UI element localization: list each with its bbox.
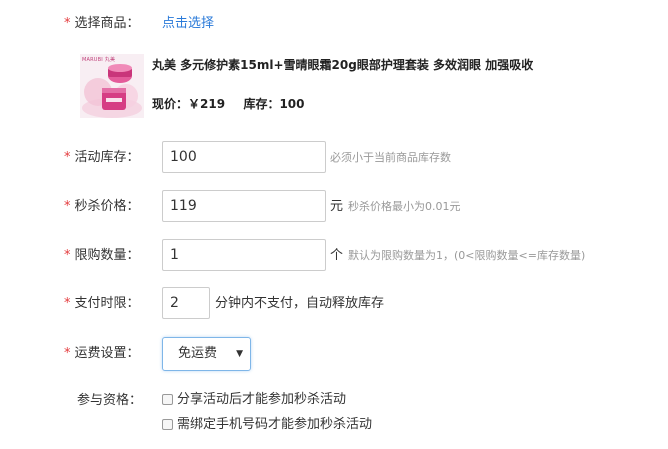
seckill-price-hint: 秒杀价格最小为0.01元 bbox=[348, 200, 461, 213]
required-star: * bbox=[64, 248, 71, 263]
activity-stock-label: 活动库存： bbox=[74, 150, 140, 165]
shipping-label-wrap: * 运费设置： bbox=[64, 337, 159, 371]
shipping-label: 运费设置： bbox=[74, 346, 140, 361]
required-star: * bbox=[64, 199, 71, 214]
product-image bbox=[80, 54, 144, 118]
product-title: 丸美 多元修护素15ml+雪晴眼霜20g眼部护理套装 多效润眼 加强吸收 bbox=[152, 58, 534, 72]
caret-down-icon: ▼ bbox=[236, 349, 243, 359]
payment-limit-row: *支付时限： 分钟内不支付，自动释放库存 bbox=[0, 287, 668, 321]
product-row: * 选择商品： 点击选择 bbox=[0, 7, 668, 41]
seckill-price-input[interactable] bbox=[162, 190, 326, 222]
eligibility-option-phone[interactable]: 需绑定手机号码才能参加秒杀活动 bbox=[162, 415, 462, 435]
purchase-limit-input[interactable] bbox=[162, 239, 326, 271]
payment-limit-label-wrap: * 支付时限： bbox=[64, 287, 159, 321]
purchase-limit-row: *限购数量： 个 默认为限购数量为1，(0<限购数量<=库存数量) bbox=[0, 239, 668, 273]
activity-stock-row: *活动库存： 必须小于当前商品库存数 bbox=[0, 141, 668, 175]
eligibility-label: 参与资格： bbox=[77, 393, 143, 408]
product-price: 现价：￥219 bbox=[152, 97, 226, 111]
product-brand: MARUBI 丸美 bbox=[82, 57, 116, 63]
payment-limit-label: 支付时限： bbox=[74, 296, 140, 311]
product-stock: 库存：100 bbox=[243, 97, 305, 111]
select-product-link[interactable]: 点击选择 bbox=[162, 7, 214, 41]
activity-stock-label-wrap: * 活动库存： bbox=[64, 141, 159, 175]
required-star: * bbox=[64, 296, 71, 311]
product-meta: 现价：￥219 库存：100 bbox=[152, 95, 305, 112]
payment-limit-input[interactable] bbox=[162, 287, 210, 319]
seckill-price-label: 秒杀价格： bbox=[74, 199, 140, 214]
eligibility-option-share[interactable]: 分享活动后才能参加秒杀活动 bbox=[162, 390, 462, 410]
purchase-limit-label: 限购数量： bbox=[74, 248, 140, 263]
payment-limit-unit: 分钟内不支付，自动释放库存 bbox=[215, 296, 385, 311]
seckill-form: * 选择商品： 点击选择 MARUBI 丸美 丸美 多元修护素15ml+雪晴眼霜2… bbox=[0, 0, 668, 449]
phone-checkbox[interactable] bbox=[162, 419, 173, 430]
product-card: MARUBI 丸美 丸美 多元修护素15ml+雪晴眼霜20g眼部护理套装 多效润… bbox=[80, 54, 660, 120]
required-star: * bbox=[64, 16, 71, 31]
seckill-price-row: *秒杀价格： 元 秒杀价格最小为0.01元 bbox=[0, 190, 668, 224]
share-checkbox-label: 分享活动后才能参加秒杀活动 bbox=[177, 392, 347, 407]
seckill-price-label-wrap: * 秒杀价格： bbox=[64, 190, 159, 224]
shipping-select[interactable]: 免运费 ▼ bbox=[162, 337, 251, 371]
required-star: * bbox=[64, 346, 71, 361]
purchase-limit-label-wrap: * 限购数量： bbox=[64, 239, 159, 273]
purchase-limit-unit: 个 bbox=[330, 248, 344, 263]
required-star: * bbox=[64, 150, 71, 165]
product-label-wrap: * 选择商品： bbox=[64, 7, 159, 41]
product-label: 选择商品： bbox=[74, 16, 140, 31]
activity-stock-hint: 必须小于当前商品库存数 bbox=[330, 151, 451, 164]
product-thumbnail: MARUBI 丸美 bbox=[80, 54, 144, 118]
activity-stock-input[interactable] bbox=[162, 141, 326, 173]
purchase-limit-hint: 默认为限购数量为1，(0<限购数量<=库存数量) bbox=[348, 249, 586, 262]
share-checkbox[interactable] bbox=[162, 394, 173, 405]
eligibility-label-wrap: 参与资格： bbox=[64, 384, 159, 418]
shipping-selected-value: 免运费 bbox=[178, 346, 218, 361]
seckill-price-unit: 元 bbox=[330, 199, 344, 214]
shipping-row: * 运费设置： 免运费 ▼ bbox=[0, 337, 668, 371]
phone-checkbox-label: 需绑定手机号码才能参加秒杀活动 bbox=[177, 417, 373, 432]
